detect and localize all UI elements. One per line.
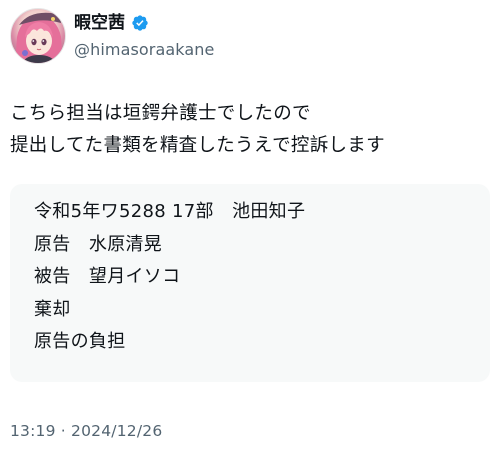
display-name[interactable]: 暇空茜 — [74, 11, 125, 35]
tweet-text-line: 提出してた書類を精査したうえで控訴します — [10, 135, 385, 156]
case-number-line: 令和5年ワ5288 17部 池田知子 — [34, 201, 306, 222]
case-info-card: 令和5年ワ5288 17部 池田知子 原告 水原清晃 被告 望月イソコ 棄却 原… — [10, 184, 490, 382]
avatar[interactable] — [10, 8, 66, 64]
cost-burden-line: 原告の負担 — [34, 331, 126, 352]
avatar-image — [15, 12, 63, 63]
user-handle[interactable]: @himasoraakane — [74, 40, 214, 60]
ruling-line: 棄却 — [34, 298, 71, 320]
verified-badge-icon — [131, 14, 149, 32]
tweet-text-line: こちら担当は垣鍔弁護士でしたので — [10, 103, 311, 124]
defendant-line: 被告 望月イソコ — [34, 266, 181, 287]
tweet-timestamp[interactable]: 13:19 · 2024/12/26 — [10, 421, 162, 441]
name-row: 暇空茜 — [74, 11, 149, 35]
plaintiff-line: 原告 水原清晃 — [34, 233, 163, 255]
tweet-header: 暇空茜 @himasoraakane — [10, 6, 490, 66]
tweet-text: こちら担当は垣鍔弁護士でしたので 提出してた書類を精査したうえで控訴します — [10, 98, 490, 162]
